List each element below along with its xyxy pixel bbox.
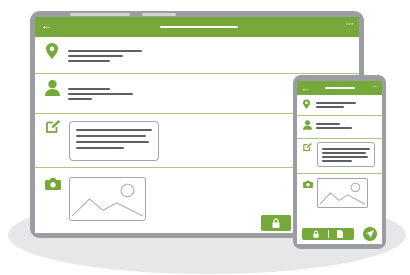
tablet-highlight <box>142 13 176 16</box>
user-icon <box>303 120 312 130</box>
user-text-line <box>316 127 352 129</box>
more-options-icon[interactable]: ··· <box>372 81 379 93</box>
note-text-line <box>76 141 149 143</box>
edit-note-icon <box>303 143 312 151</box>
note-text-line <box>76 129 152 131</box>
user-icon <box>45 80 60 96</box>
note-text-line <box>322 152 366 154</box>
lock-button[interactable] <box>261 215 291 231</box>
camera-icon <box>45 177 61 190</box>
app-bar-title-placeholder <box>325 87 355 89</box>
note-text-line <box>322 156 368 158</box>
note-text-line <box>76 135 146 137</box>
send-icon <box>366 230 374 238</box>
nav-separator <box>328 230 329 238</box>
tablet-app-bar: ← ··· <box>35 17 359 37</box>
edit-note-icon <box>46 120 60 133</box>
back-arrow-icon[interactable]: ← <box>301 82 310 95</box>
location-text-line <box>316 102 356 104</box>
location-text-line <box>316 106 344 108</box>
lock-icon[interactable] <box>313 230 319 238</box>
note-text-line <box>322 160 352 162</box>
row-divider <box>297 115 382 116</box>
note-input-field[interactable] <box>317 142 375 167</box>
back-arrow-icon[interactable]: ← <box>41 20 52 33</box>
row-divider <box>297 173 382 174</box>
location-text-line <box>68 60 110 62</box>
user-text-line <box>68 88 110 90</box>
phone-screen: ← ··· <box>297 81 382 244</box>
phone-device: ← ··· <box>293 75 386 249</box>
send-button[interactable] <box>363 227 377 241</box>
note-text-line <box>76 147 124 149</box>
user-text-line <box>316 123 340 125</box>
row-divider <box>35 73 359 74</box>
photo-placeholder[interactable] <box>69 177 146 221</box>
camera-icon <box>303 180 313 188</box>
phone-app-bar: ← ··· <box>297 81 382 95</box>
more-options-icon[interactable]: ··· <box>345 18 354 31</box>
location-pin-icon <box>46 43 58 59</box>
lock-icon <box>272 218 280 228</box>
location-text-line <box>68 50 142 52</box>
note-text-line <box>322 148 370 150</box>
document-icon[interactable] <box>337 230 343 238</box>
row-divider <box>297 138 382 139</box>
app-bar-title-placeholder <box>160 26 238 28</box>
location-text-line <box>68 55 123 57</box>
location-pin-icon <box>303 99 310 109</box>
user-text-line <box>68 93 133 95</box>
tablet-highlight <box>70 13 130 16</box>
note-input-field[interactable] <box>69 121 159 161</box>
photo-placeholder[interactable] <box>317 178 368 208</box>
user-text-line <box>68 98 92 100</box>
phone-bottom-nav <box>302 228 354 240</box>
